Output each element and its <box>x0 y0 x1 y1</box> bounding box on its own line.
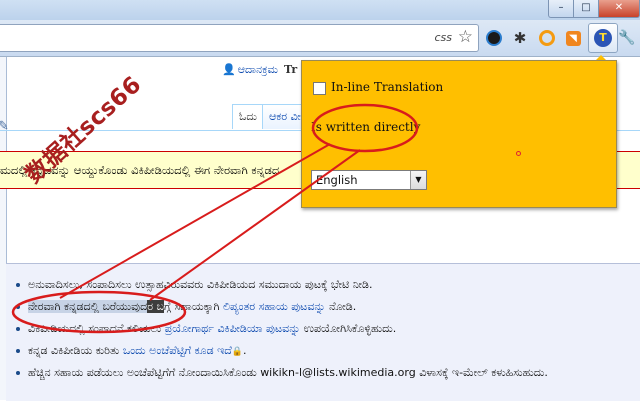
opera-icon[interactable] <box>537 28 557 48</box>
wrench-icon[interactable]: 🔧 <box>617 28 637 48</box>
list-item: ಅನುವಾದಿಸಲು, ಸಂಪಾದಿಸಲು ಉತ್ಸಾಹವಿರುವವರು ವಿಕ… <box>10 274 640 296</box>
help-list: ಅನುವಾದಿಸಲು, ಸಂಪಾದಿಸಲು ಉತ್ಸಾಹವಿರುವವರು ವಿಕ… <box>10 274 640 384</box>
written-directly-text: Is written directly <box>311 120 421 134</box>
puzzle-icon: ✎ <box>0 119 9 134</box>
login-link[interactable]: ಆದಾನಕ್ರಮ <box>238 63 278 76</box>
maximize-button[interactable]: □ <box>573 0 599 18</box>
tab-view-source[interactable]: ಆಕರ ವೀ <box>262 104 306 129</box>
minimize-button[interactable]: – <box>548 0 574 18</box>
marker-dot <box>516 151 521 156</box>
mailbox-link[interactable]: ಒಂದು ಅಂಚೆಪೆಟ್ಟಿಗೆ ಕೂಡ ಇದೆ <box>123 344 232 357</box>
sandbox-link[interactable]: ಪ್ರಯೋಗಾರ್ಥ ವಿಕಿಪೀಡಿಯಾ ಪುಟವನ್ನು <box>165 322 301 335</box>
chevron-down-icon[interactable]: ▼ <box>410 171 426 189</box>
inline-translation-checkbox[interactable] <box>313 82 326 95</box>
translate-tool-label[interactable]: Tr <box>284 63 297 76</box>
translate-icon[interactable]: T <box>588 23 618 53</box>
list-item: ವಿಕಿಪೀಡಿಯದಲ್ಲಿ ಸಂಪಾದನೆ ಕಲಿಯಲು ಪ್ರಯೋಗಾರ್ಥ… <box>10 318 640 340</box>
bug-icon[interactable]: ✱ <box>510 28 530 48</box>
transliteration-help-link[interactable]: ಲಿಪ್ಯಂತರ ಸಹಾಯ ಪುಟವನ್ನು <box>223 300 326 313</box>
list-item: ಕನ್ನಡ ವಿಕಿಪೀಡಿಯ ಕುರಿತು ಒಂದು ಅಂಚೆಪೆಟ್ಟಿಗೆ… <box>10 340 640 362</box>
user-icon: 👤 <box>222 63 236 76</box>
personal-tools: 👤 ಆದಾನಕ್ರಮ Tr <box>222 63 297 77</box>
list-item: ಹೆಚ್ಚಿನ ಸಹಾಯ ಪಡೆಯಲು ಅಂಚೆಪೆಟ್ಟಿಗೆಗೆ ನೋಂದಾ… <box>10 362 640 384</box>
css-indicator: css <box>434 31 452 44</box>
close-window-button[interactable]: ✕ <box>598 0 640 18</box>
highlighted-text: ನೇರವಾಗಿ ಕನ್ನಡದಲ್ಲಿ ಬರೆಯುವುದ <box>28 300 148 313</box>
rss-icon[interactable]: ◥ <box>563 28 583 48</box>
camera-icon[interactable] <box>484 28 504 48</box>
tab-read[interactable]: ಓದು <box>232 104 264 129</box>
window-titlebar: – □ ✕ <box>0 0 640 20</box>
browser-toolbar: css ☆ ✱ ◥ T 🔧 <box>0 20 640 57</box>
selected-text[interactable]: ರ ಬ <box>147 300 164 313</box>
translation-popup: In-line Translation Is written directly … <box>301 60 617 208</box>
inline-translation-label[interactable]: In-line Translation <box>331 80 443 94</box>
language-select[interactable]: English ▼ <box>311 170 427 190</box>
address-bar[interactable]: css ☆ <box>0 24 479 52</box>
bookmark-star-icon[interactable]: ☆ <box>458 27 473 47</box>
list-item: ನೇರವಾಗಿ ಕನ್ನಡದಲ್ಲಿ ಬರೆಯುವುದರ ಬಗ್ಗೆ ಸಹಾಯಕ… <box>10 296 640 318</box>
language-select-value: English <box>316 173 358 187</box>
help-box: ಅನುವಾದಿಸಲು, ಸಂಪಾದಿಸಲು ಉತ್ಸಾಹವಿರುವವರು ವಿಕ… <box>6 263 640 401</box>
lock-icon: 🔒 <box>231 347 243 357</box>
